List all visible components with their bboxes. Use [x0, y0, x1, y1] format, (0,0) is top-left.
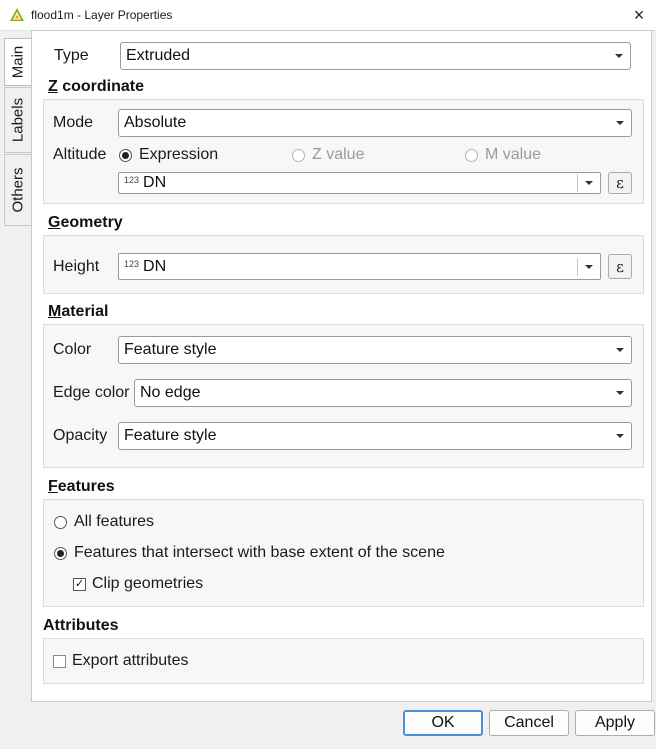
material-title: Material [48, 303, 109, 320]
color-value: Feature style [124, 341, 217, 358]
tab-main[interactable]: Main [4, 38, 31, 86]
chevron-down-icon [578, 173, 600, 193]
height-field-value: DN [143, 257, 167, 275]
type-value: Extruded [126, 47, 191, 64]
tab-others[interactable]: Others [4, 154, 31, 226]
features-title: Features [48, 478, 115, 495]
mode-value: Absolute [124, 114, 187, 131]
edge-color-combo[interactable]: No edge [134, 379, 632, 407]
opacity-combo[interactable]: Feature style [118, 422, 632, 450]
chevron-down-icon [609, 380, 631, 406]
type-label: Type [54, 47, 89, 64]
tab-others-label: Others [9, 167, 27, 213]
radio-unchecked-icon [465, 148, 478, 162]
epsilon-icon: ε [616, 257, 624, 276]
ok-button[interactable]: OK [403, 710, 483, 736]
height-label: Height [53, 258, 100, 275]
opacity-label: Opacity [53, 427, 108, 444]
z-coordinate-title: Z coordinate [48, 78, 145, 95]
altitude-expression-button[interactable]: ε [608, 172, 632, 194]
epsilon-icon: ε [616, 174, 624, 192]
all-features-radio[interactable]: All features [54, 513, 154, 531]
chevron-down-icon [609, 110, 631, 136]
radio-unchecked-icon [54, 515, 67, 529]
type-combo[interactable]: Extruded [120, 42, 631, 70]
altitude-z-value-radio[interactable]: Z value [292, 146, 364, 164]
tab-labels[interactable]: Labels [4, 87, 31, 153]
intersect-features-radio[interactable]: Features that intersect with base extent… [54, 544, 445, 562]
qgis-logo-icon [10, 8, 24, 21]
mode-label: Mode [53, 114, 94, 131]
close-button[interactable]: × [624, 1, 654, 29]
mode-combo[interactable]: Absolute [118, 109, 632, 137]
z-value-option-label: Z value [312, 146, 365, 163]
chevron-down-icon [609, 423, 631, 449]
height-expression-field[interactable]: 123 DN [118, 253, 601, 280]
m-value-option-label: M value [485, 146, 542, 163]
title-bar: flood1m - Layer Properties × [0, 0, 656, 31]
cancel-button[interactable]: Cancel [489, 710, 569, 736]
altitude-expression-radio[interactable]: Expression [119, 146, 218, 164]
radio-unchecked-icon [292, 148, 305, 162]
numeric-field-icon: 123 [124, 175, 140, 185]
tab-main-label: Main [9, 45, 27, 79]
edge-color-label: Edge color [53, 384, 130, 401]
chevron-down-icon [609, 337, 631, 363]
apply-button[interactable]: Apply [575, 710, 655, 736]
chevron-down-icon [608, 43, 630, 69]
expression-option-label: Expression [139, 146, 219, 163]
height-expression-button[interactable]: ε [608, 254, 632, 279]
intersect-features-label: Features that intersect with base extent… [74, 544, 445, 561]
chevron-down-icon [578, 254, 600, 279]
window-title: flood1m - Layer Properties [31, 8, 173, 22]
radio-checked-icon [54, 546, 67, 560]
altitude-expression-field[interactable]: 123 DN [118, 172, 601, 194]
export-attributes-label: Export attributes [72, 652, 189, 669]
export-attributes-checkbox[interactable]: Export attributes [53, 652, 189, 670]
numeric-field-icon: 123 [124, 258, 140, 269]
checkmark-icon: ✓ [73, 577, 86, 591]
geometry-title: Geometry [48, 214, 123, 231]
altitude-label: Altitude [53, 146, 107, 163]
altitude-field-value: DN [143, 174, 167, 191]
color-label: Color [53, 341, 92, 358]
close-icon: × [633, 4, 645, 25]
checkbox-unchecked-icon [53, 654, 66, 668]
clip-geometries-label: Clip geometries [92, 575, 204, 592]
all-features-label: All features [74, 513, 155, 530]
tab-labels-label: Labels [9, 97, 27, 143]
altitude-m-value-radio[interactable]: M value [465, 146, 541, 164]
edge-color-value: No edge [140, 384, 201, 401]
opacity-value: Feature style [124, 427, 217, 444]
attributes-title: Attributes [43, 617, 119, 634]
radio-checked-icon [119, 148, 132, 162]
color-combo[interactable]: Feature style [118, 336, 632, 364]
clip-geometries-checkbox[interactable]: ✓ Clip geometries [73, 575, 203, 593]
